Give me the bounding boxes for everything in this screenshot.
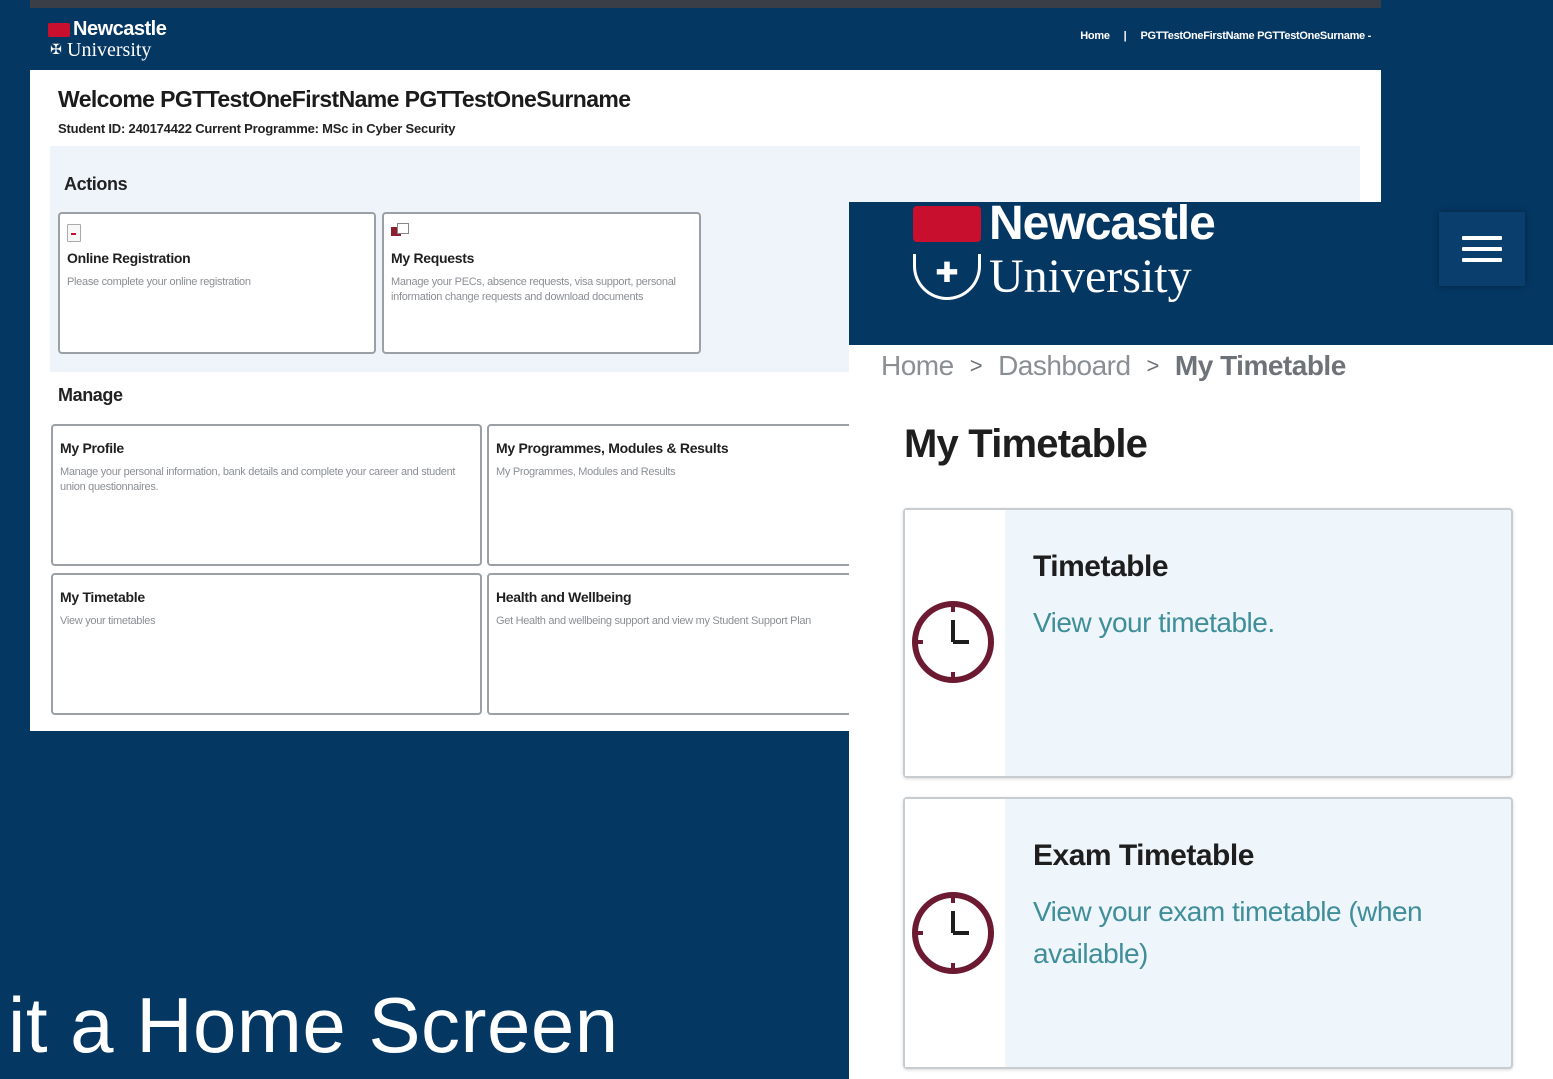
crest-icon	[913, 205, 981, 242]
exam-timetable-card[interactable]: Exam Timetable View your exam timetable …	[903, 797, 1513, 1069]
card-title: My Programmes, Modules & Results	[496, 440, 729, 456]
document-icon	[67, 224, 81, 242]
breadcrumb-dashboard[interactable]: Dashboard	[998, 350, 1131, 382]
desktop-top-bar: Newcastle ✠ University Home | PGTTestOneF…	[30, 0, 1381, 70]
card-title: Online Registration	[67, 250, 191, 266]
actions-title: Actions	[64, 174, 128, 194]
card-title: Exam Timetable	[1033, 839, 1254, 872]
breadcrumb-current: My Timetable	[1174, 350, 1346, 381]
crest-icon	[48, 22, 70, 37]
manage-title: Manage	[58, 385, 123, 405]
breadcrumb: Home > Dashboard > My Timetable	[881, 346, 1346, 386]
hamburger-menu-icon[interactable]	[1439, 212, 1525, 286]
my-timetable-card[interactable]: My Timetable View your timetables	[51, 573, 482, 715]
card-title: Timetable	[1033, 550, 1169, 583]
clock-icon	[912, 601, 994, 683]
online-registration-card[interactable]: Online Registration Please complete your…	[58, 212, 376, 354]
clock-icon	[912, 892, 994, 974]
breadcrumb-separator: >	[1146, 353, 1160, 378]
card-description: Please complete your online registration	[67, 276, 251, 288]
card-description: View your timetables	[60, 615, 156, 627]
nav-user-menu[interactable]: PGTTestOneFirstName PGTTestOneSurname -	[1140, 30, 1371, 42]
card-title: My Requests	[391, 250, 475, 266]
nav-separator: |	[1123, 30, 1127, 42]
card-description: Manage your personal information, bank d…	[60, 466, 456, 493]
cross-shield-icon: ✚	[913, 253, 981, 300]
mobile-header: Newcastle ✚ University	[849, 202, 1553, 345]
cross-icon: ✠	[50, 43, 62, 58]
card-description: View your timetable.	[1033, 607, 1275, 638]
breadcrumb-home[interactable]: Home	[881, 350, 954, 382]
page-title: My Timetable	[904, 422, 1148, 466]
timetable-card[interactable]: Timetable View your timetable.	[903, 508, 1513, 778]
card-description: View your exam timetable (when available…	[1033, 896, 1423, 969]
nav-home-link[interactable]: Home	[1080, 30, 1110, 42]
breadcrumb-separator: >	[969, 353, 983, 378]
welcome-heading: Welcome PGTTestOneFirstName PGTTestOneSu…	[58, 86, 631, 112]
desktop-nav: Home | PGTTestOneFirstName PGTTestOneSur…	[1080, 30, 1371, 42]
card-description: Manage your PECs, absence requests, visa…	[391, 276, 676, 303]
student-info: Student ID: 240174422 Current Programme:…	[58, 121, 456, 136]
card-title: My Timetable	[60, 589, 145, 605]
card-title: My Profile	[60, 440, 124, 456]
slide-caption: it a Home Screen	[8, 981, 619, 1069]
my-profile-card[interactable]: My Profile Manage your personal informat…	[51, 424, 482, 566]
requests-icon	[391, 223, 409, 237]
newcastle-university-logo[interactable]: Newcastle ✠ University	[48, 18, 167, 62]
my-requests-card[interactable]: My Requests Manage your PECs, absence re…	[382, 212, 701, 354]
mobile-timetable-screenshot: Newcastle ✚ University Home > Dashboard >…	[849, 202, 1553, 1079]
card-title: Health and Wellbeing	[496, 589, 632, 605]
newcastle-university-logo[interactable]: Newcastle ✚ University	[913, 202, 1216, 304]
